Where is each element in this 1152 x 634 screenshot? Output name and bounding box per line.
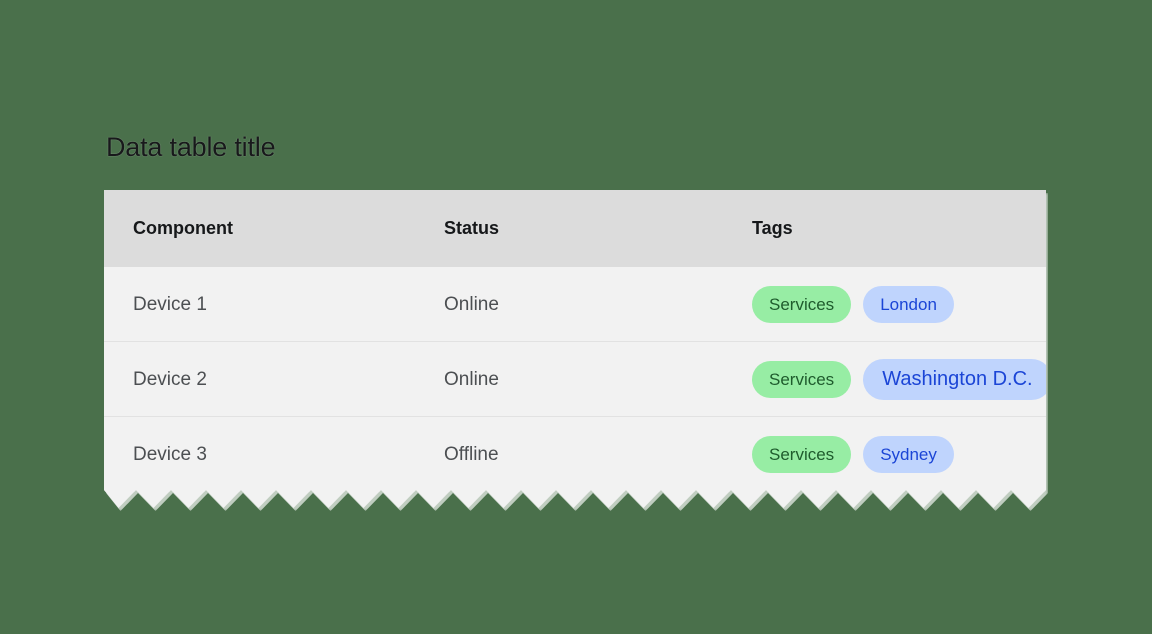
cell-component: Device 2: [133, 368, 207, 390]
page-title: Data table title: [106, 132, 276, 162]
column-header-status[interactable]: Status: [444, 190, 499, 267]
page-canvas: Data table title Component Status Tags D…: [0, 0, 1152, 634]
table-row[interactable]: Device 1 Online Services London: [104, 267, 1046, 342]
table-row[interactable]: Device 3 Offline Services Sydney: [104, 417, 1046, 492]
tag-pill[interactable]: Services: [752, 361, 851, 398]
table-header-row: Component Status Tags: [104, 190, 1046, 267]
cell-status: Offline: [444, 443, 499, 465]
cell-component: Device 3: [133, 443, 207, 465]
tag-pill[interactable]: London: [863, 286, 954, 323]
cell-component: Device 1: [133, 293, 207, 315]
cell-tags: Services Washington D.C.: [752, 342, 1052, 417]
data-table-card: Component Status Tags Device 1 Online Serv…: [104, 190, 1046, 508]
tag-pill[interactable]: Services: [752, 286, 851, 323]
column-header-component[interactable]: Component: [133, 190, 233, 267]
cell-tags: Services London: [752, 267, 954, 342]
cell-status: Online: [444, 293, 499, 315]
tag-pill[interactable]: Sydney: [863, 436, 954, 473]
table-row[interactable]: Device 2 Online Services Washington D.C.: [104, 342, 1046, 417]
cell-status: Online: [444, 368, 499, 390]
table-body: Device 1 Online Services London Device 2 Onli…: [104, 267, 1046, 492]
column-header-tags[interactable]: Tags: [752, 190, 793, 267]
data-table: Component Status Tags Device 1 Online Serv…: [104, 190, 1046, 508]
tag-pill[interactable]: Services: [752, 436, 851, 473]
cell-tags: Services Sydney: [752, 417, 954, 492]
tag-pill[interactable]: Washington D.C.: [863, 359, 1051, 400]
